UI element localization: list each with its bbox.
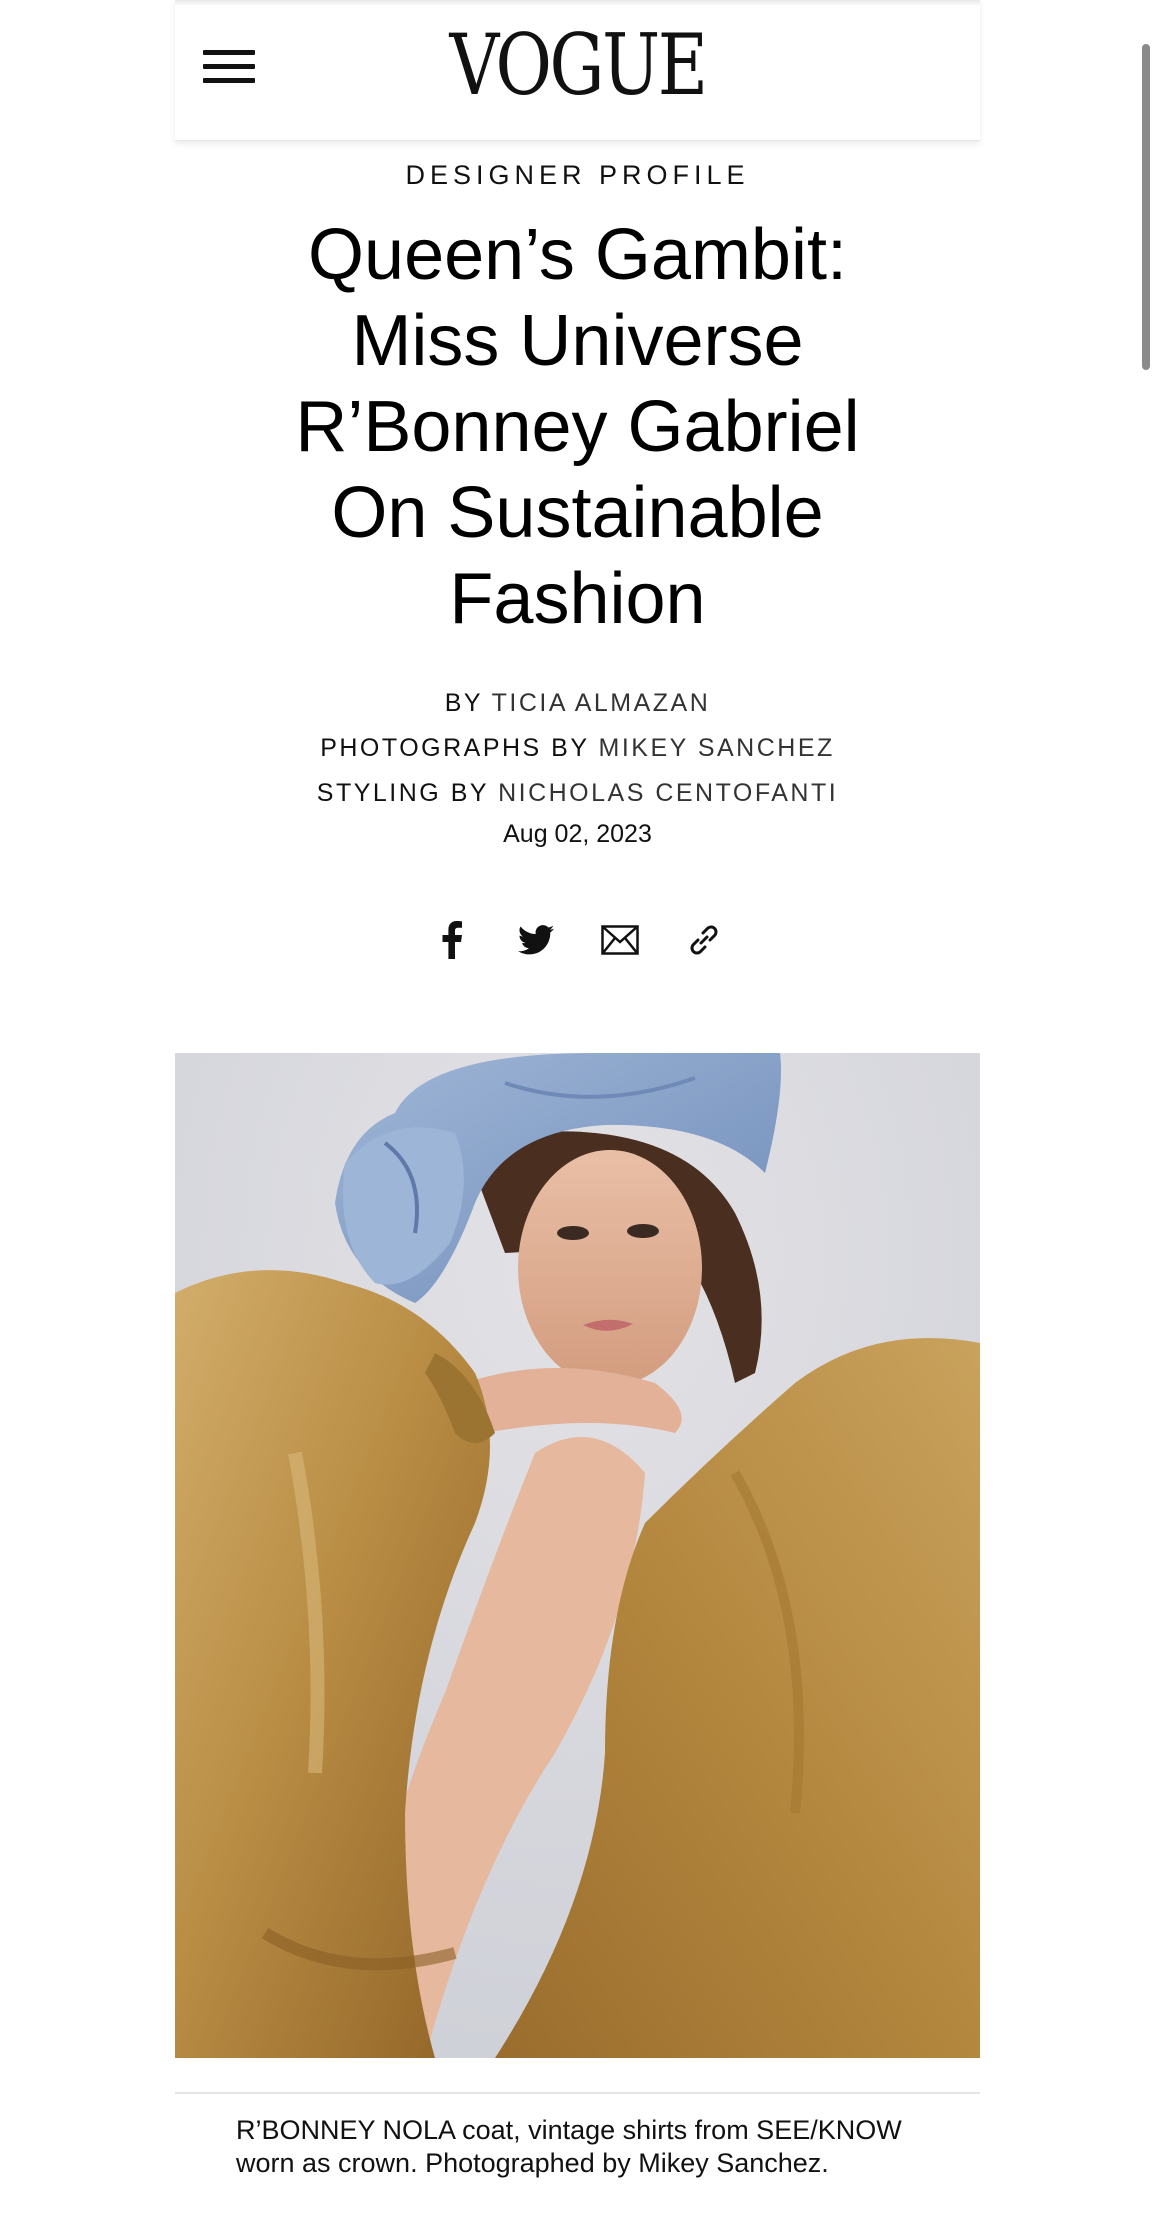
vogue-logo[interactable]: VOGUE xyxy=(247,20,907,110)
headline-line: On Sustainable xyxy=(331,473,824,553)
hero-photo xyxy=(175,1053,980,2058)
article-headline: Queen’s Gambit: Miss Universe R’Bonney G… xyxy=(235,212,920,642)
headline-line: Fashion xyxy=(449,559,706,639)
author-link[interactable]: TICIA ALMAZAN xyxy=(492,689,711,717)
caption-divider xyxy=(175,2092,980,2094)
scrollbar[interactable] xyxy=(1142,44,1150,370)
share-bar xyxy=(175,920,980,964)
photo-caption: R’BONNEY NOLA coat, vintage shirts from … xyxy=(236,2115,902,2178)
article-page: VOGUE DESIGNER PROFILE Queen’s Gambit: M… xyxy=(175,0,980,2232)
email-icon[interactable] xyxy=(600,920,640,960)
stylist-link[interactable]: NICHOLAS CENTOFANTI xyxy=(498,779,838,807)
article-kicker[interactable]: DESIGNER PROFILE xyxy=(175,160,980,191)
facebook-icon[interactable] xyxy=(432,920,472,960)
stylist-credit: STYLING BY NICHOLAS CENTOFANTI xyxy=(316,779,839,807)
photographer-link[interactable]: MIKEY SANCHEZ xyxy=(599,734,835,762)
publish-date: Aug 02, 2023 xyxy=(503,820,652,848)
twitter-icon[interactable] xyxy=(516,920,556,960)
headline-line: Queen’s Gambit: xyxy=(308,215,847,295)
author-credit: BY TICIA ALMAZAN xyxy=(444,689,711,717)
headline-line: R’Bonney Gabriel xyxy=(295,387,860,467)
link-icon[interactable] xyxy=(684,920,724,960)
headline-line: Miss Universe xyxy=(351,301,804,381)
site-header: VOGUE xyxy=(175,0,980,141)
photographer-credit: PHOTOGRAPHS BY MIKEY SANCHEZ xyxy=(320,734,835,762)
